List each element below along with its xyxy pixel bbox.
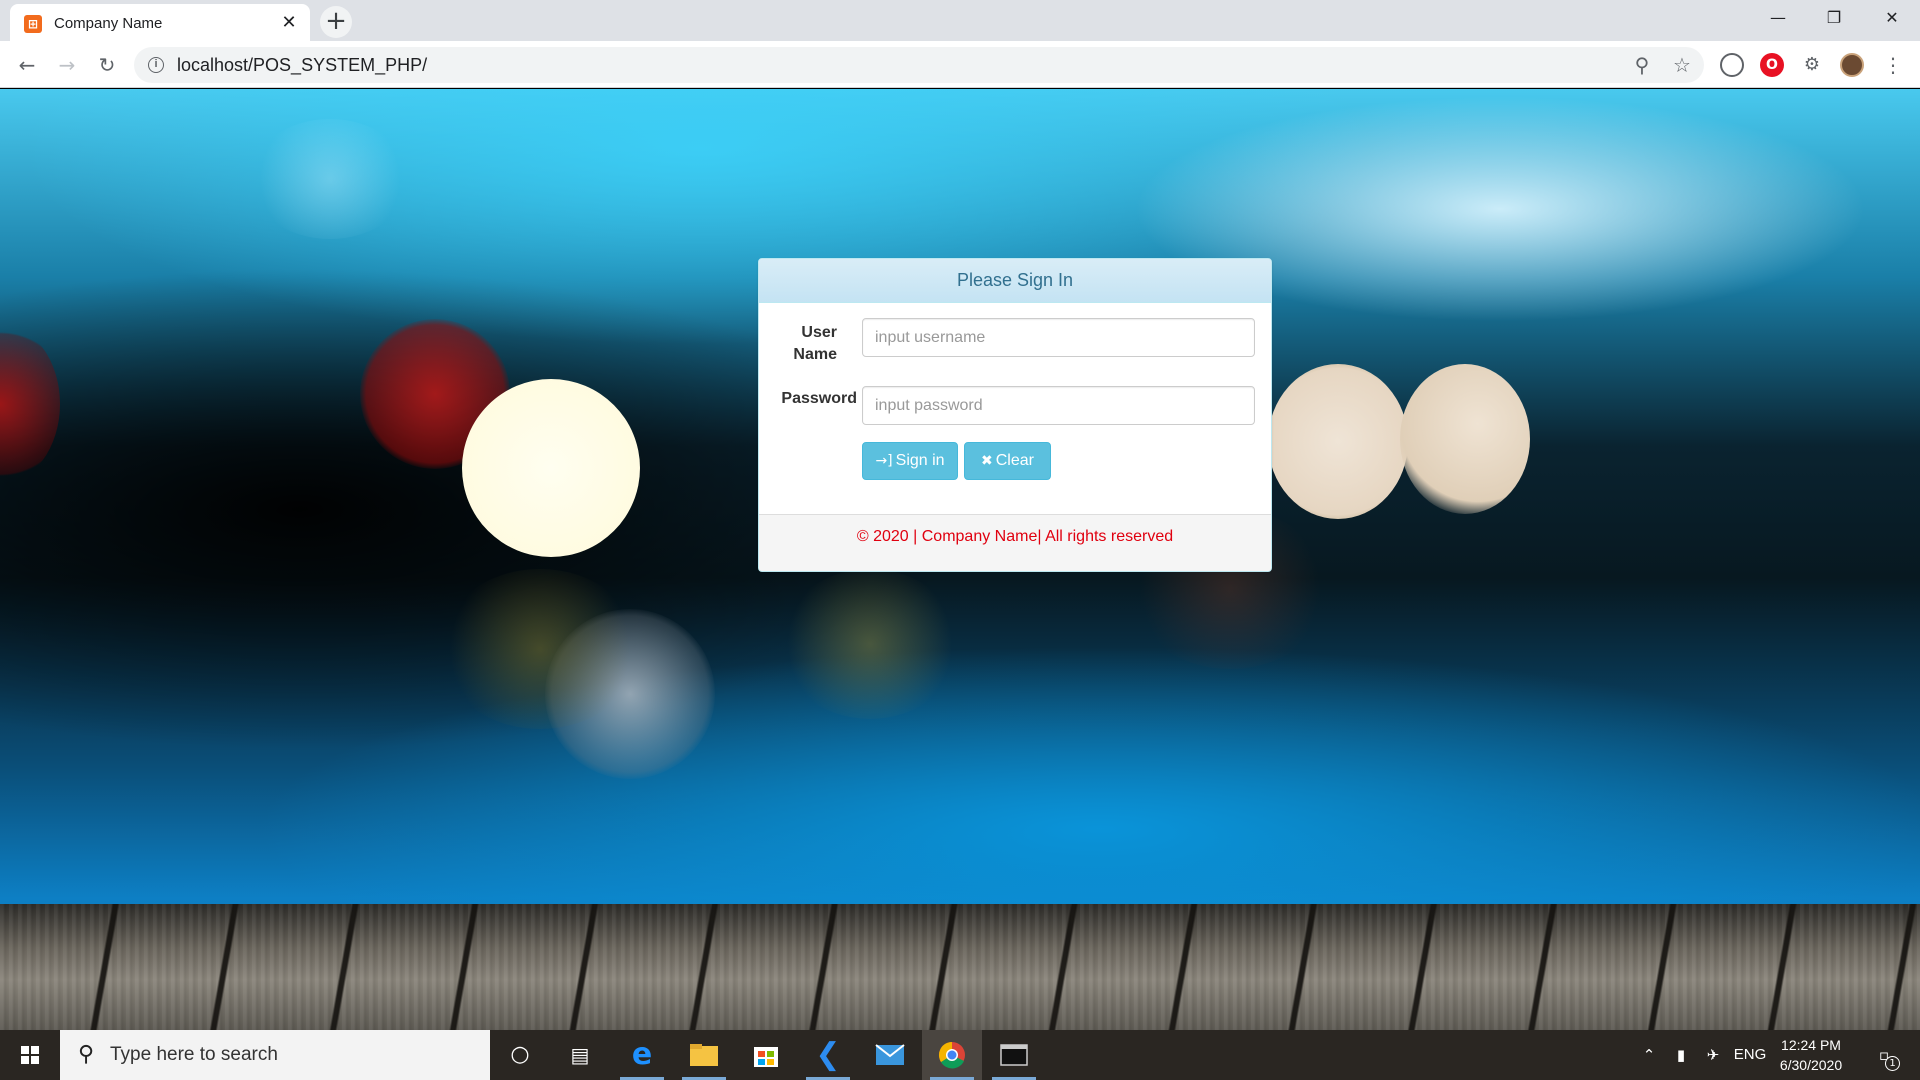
system-clock[interactable]: 12:24 PM 6/30/2020 (1766, 1035, 1856, 1075)
new-tab-button[interactable]: + (320, 6, 352, 38)
mail-icon[interactable] (860, 1030, 920, 1080)
opera-extension-icon[interactable]: O (1760, 53, 1784, 77)
browser-tab[interactable]: ⊞ Company Name ✕ (10, 4, 310, 41)
tab-close-icon[interactable]: ✕ (278, 12, 300, 34)
folder-icon (690, 1044, 718, 1066)
back-button[interactable]: ← (10, 48, 44, 82)
login-heading: Please Sign In (759, 259, 1271, 303)
bokeh-olive-center (780, 569, 960, 719)
sign-in-button[interactable]: →] Sign in (862, 442, 958, 480)
extensions-puzzle-icon[interactable]: ⚙ (1800, 53, 1824, 77)
search-placeholder[interactable]: Type here to search (110, 1044, 278, 1066)
reload-button[interactable]: ↻ (90, 48, 124, 82)
chrome-taskbar-icon[interactable] (922, 1030, 982, 1080)
username-input[interactable] (862, 318, 1255, 357)
username-label: User Name (777, 322, 837, 366)
cortana-icon[interactable]: ○ (490, 1030, 550, 1080)
language-indicator[interactable]: ENG (1730, 1030, 1770, 1080)
xampp-favicon-icon: ⊞ (24, 15, 42, 33)
windows-start-button[interactable] (0, 1030, 60, 1080)
password-label: Password (781, 390, 857, 407)
browser-toolbar: ← → ↻ i localhost/POS_SYSTEM_PHP/ ⚲ ☆ O … (0, 41, 1920, 88)
sign-in-label: Sign in (895, 452, 945, 469)
bookmark-star-icon[interactable]: ☆ (1668, 51, 1696, 79)
store-bag-icon (754, 1047, 778, 1067)
microsoft-store-icon[interactable] (736, 1030, 796, 1080)
browser-title-bar: ⊞ Company Name ✕ + — ❐ ✕ (0, 0, 1920, 41)
windows-logo-icon (21, 1046, 39, 1064)
show-hidden-icons-chevron-icon[interactable]: ⌃ (1636, 1030, 1662, 1080)
clock-time: 12:24 PM (1781, 1037, 1841, 1053)
envelope-icon (875, 1044, 905, 1065)
bokeh-olive-left (440, 569, 640, 729)
zoom-icon[interactable]: ⚲ (1628, 51, 1656, 79)
maximize-button[interactable]: ❐ (1806, 0, 1862, 36)
file-explorer-icon[interactable] (674, 1030, 734, 1080)
url-text[interactable]: localhost/POS_SYSTEM_PHP/ (177, 55, 427, 76)
panel-footer: © 2020 | Company Name| All rights reserv… (759, 514, 1271, 571)
bokeh-beige-left (1268, 364, 1408, 519)
username-label-line2: Name (793, 346, 837, 363)
windows-taskbar: ⚲ Type here to search ○ ▤ e ❮ ⌃ ▮ ✈ ENG … (0, 1030, 1920, 1080)
minimize-button[interactable]: — (1750, 0, 1806, 36)
notification-count-badge: 1 (1885, 1056, 1900, 1071)
clear-button[interactable]: ✖ Clear (964, 442, 1051, 480)
username-label-line1: User (801, 324, 837, 341)
forward-button[interactable]: → (50, 48, 84, 82)
bokeh-white-large (462, 379, 640, 557)
dark-mode-extension-icon[interactable] (1720, 53, 1744, 77)
terminal-icon[interactable] (984, 1030, 1044, 1080)
address-bar[interactable]: i localhost/POS_SYSTEM_PHP/ ⚲ ☆ (134, 47, 1704, 83)
chrome-logo-icon (938, 1041, 965, 1069)
tab-title: Company Name (54, 15, 163, 32)
clear-label: Clear (995, 452, 1034, 469)
console-window-icon (1000, 1044, 1028, 1066)
bokeh-blue-top (250, 119, 410, 239)
bokeh-beige-right (1400, 364, 1530, 514)
close-window-button[interactable]: ✕ (1864, 0, 1920, 36)
page-background: Please Sign In User Name Password →]Sign… (0, 89, 1920, 1030)
password-input[interactable] (862, 386, 1255, 425)
login-panel: Please Sign In User Name Password →]Sign… (758, 258, 1272, 572)
profile-avatar[interactable] (1840, 53, 1864, 77)
wooden-floor (0, 904, 1920, 1030)
vscode-icon[interactable]: ❮ (798, 1030, 858, 1080)
chrome-menu-icon[interactable]: ⋮ (1876, 48, 1910, 82)
site-info-icon[interactable]: i (148, 57, 164, 73)
airplane-mode-icon[interactable]: ✈ (1698, 1030, 1728, 1080)
bokeh-red-left (0, 324, 60, 484)
task-view-icon[interactable]: ▤ (550, 1030, 610, 1080)
sign-in-icon: →] (875, 453, 893, 469)
clear-x-icon: ✖ (981, 453, 993, 469)
taskbar-search-box[interactable]: ⚲ Type here to search (60, 1030, 490, 1080)
edge-browser-icon[interactable]: e (612, 1030, 672, 1080)
notifications-icon[interactable]: ▫ 1 (1864, 1030, 1904, 1080)
battery-icon[interactable]: ▮ (1666, 1030, 1696, 1080)
copyright-text: © 2020 | Company Name| All rights reserv… (856, 528, 1174, 545)
search-icon: ⚲ (78, 1042, 95, 1067)
clock-date: 6/30/2020 (1779, 1057, 1843, 1073)
